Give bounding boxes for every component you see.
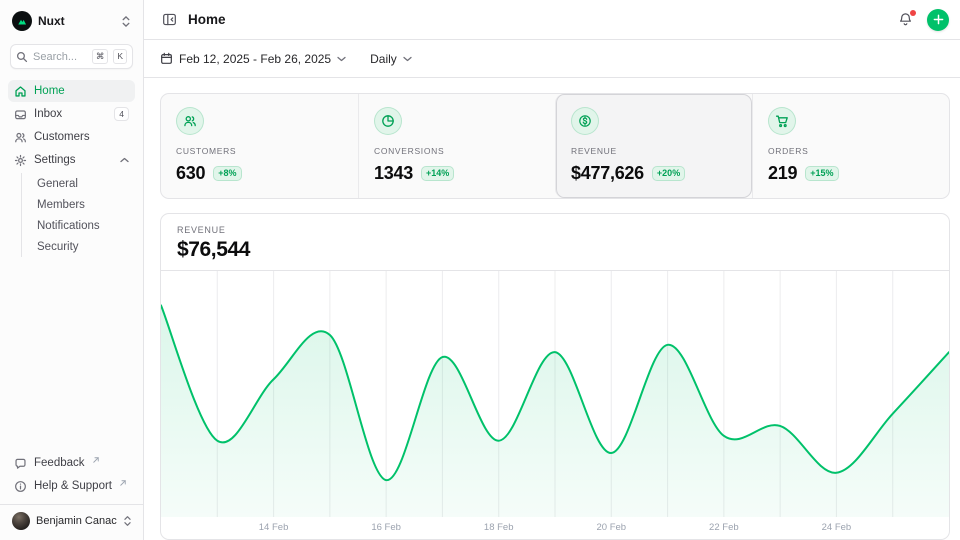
chat-bubble-icon [14,457,27,470]
stat-delta-badge: +20% [652,166,685,181]
sidebar-item-home[interactable]: Home [8,80,135,102]
period-select[interactable]: Daily [370,52,412,66]
sidebar-item-label: Inbox [34,108,62,120]
external-link-icon [93,457,99,463]
chart-metric-label: REVENUE [177,225,933,235]
page-title: Home [188,12,226,27]
x-tick-label: 14 Feb [259,522,289,533]
notification-dot [910,10,916,16]
x-axis: 14 Feb 16 Feb 18 Feb 20 Feb 22 Feb 24 Feb [161,517,949,539]
info-icon [14,480,27,493]
sidebar: Nuxt ⌘ K Home Inbox 4 [0,0,144,540]
chart-plot-area[interactable] [161,271,949,517]
revenue-area-chart [161,271,949,517]
stat-card-customers[interactable]: CUSTOMERS 630 +8% [161,94,358,198]
search-input[interactable] [33,51,87,63]
feedback-link[interactable]: Feedback [8,452,135,474]
sidebar-item-label: Settings [34,154,76,166]
notifications-button[interactable] [896,10,915,29]
x-tick-label: 16 Feb [371,522,401,533]
period-value: Daily [370,52,397,66]
chart-header: REVENUE $76,544 [161,214,949,271]
user-name: Benjamin Canac [36,515,117,527]
inbox-icon [14,108,27,121]
stat-delta-badge: +15% [805,166,838,181]
revenue-chart-panel: REVENUE $76,544 14 Feb 16 Feb 18 Feb 20 Feb… [160,213,950,540]
search-box[interactable]: ⌘ K [10,44,133,69]
footer-link-label: Feedback [34,457,85,469]
settings-subnav: General Members Notifications Security [21,173,135,257]
sidebar-item-label: Home [34,85,65,97]
sidebar-item-members[interactable]: Members [22,194,135,215]
external-link-icon [120,480,126,486]
avatar [12,512,30,530]
team-switcher[interactable]: Nuxt [8,10,135,32]
sidebar-item-notifications[interactable]: Notifications [22,215,135,236]
stat-label: REVENUE [571,146,737,156]
team-name: Nuxt [38,14,65,28]
home-icon [14,85,27,98]
pie-chart-icon [374,107,402,135]
circle-dollar-icon [571,107,599,135]
add-button[interactable] [927,9,949,31]
stat-value: 630 [176,163,205,184]
filter-toolbar: Feb 12, 2025 - Feb 26, 2025 Daily [144,40,960,78]
sidebar-item-settings[interactable]: Settings [8,149,135,171]
stat-delta-badge: +14% [421,166,454,181]
users-icon [14,131,27,144]
sidebar-item-label: Customers [34,131,90,143]
chevrons-up-down-icon [121,15,131,28]
dashboard-content: CUSTOMERS 630 +8% CONVERSIONS 1343 +14% [144,78,960,540]
kbd-k: K [113,49,127,64]
chevrons-up-down-icon [123,515,132,527]
x-tick-label: 24 Feb [822,522,852,533]
sidebar-item-customers[interactable]: Customers [8,126,135,148]
stat-label: CUSTOMERS [176,146,343,156]
sidebar-footer-links: Feedback Help & Support [8,452,135,497]
calendar-icon [160,52,173,65]
chevron-down-icon [337,55,346,63]
x-tick-label: 18 Feb [484,522,514,533]
stats-row: CUSTOMERS 630 +8% CONVERSIONS 1343 +14% [160,93,950,199]
stat-value: 1343 [374,163,413,184]
stat-label: ORDERS [768,146,934,156]
stat-delta-badge: +8% [213,166,241,181]
user-menu[interactable]: Benjamin Canac [0,504,143,532]
help-support-link[interactable]: Help & Support [8,475,135,497]
search-icon [16,51,28,63]
sidebar-item-general[interactable]: General [22,173,135,194]
gear-icon [14,154,27,167]
sidebar-item-inbox[interactable]: Inbox 4 [8,103,135,125]
sidebar-nav: Home Inbox 4 Customers Settings [8,80,135,257]
collapse-sidebar-button[interactable] [160,10,179,29]
sidebar-item-label: Members [37,199,85,211]
stat-card-orders[interactable]: ORDERS 219 +15% [752,94,949,198]
stat-card-conversions[interactable]: CONVERSIONS 1343 +14% [358,94,555,198]
sidebar-item-label: Security [37,241,79,253]
chevron-down-icon [403,55,412,63]
stat-value: 219 [768,163,797,184]
plus-icon [933,14,944,25]
chart-metric-value: $76,544 [177,238,933,262]
date-range-value: Feb 12, 2025 - Feb 26, 2025 [179,52,331,66]
cart-icon [768,107,796,135]
sidebar-item-label: Notifications [37,220,100,232]
x-tick-label: 20 Feb [596,522,626,533]
users-icon [176,107,204,135]
stat-card-revenue[interactable]: REVENUE $477,626 +20% [555,94,752,198]
sidebar-item-label: General [37,178,78,190]
main-area: Home Feb 12, 2025 - Feb 26, 2025 Daily [144,0,960,540]
kbd-cmd: ⌘ [92,49,109,64]
date-range-picker[interactable]: Feb 12, 2025 - Feb 26, 2025 [160,52,346,66]
stat-label: CONVERSIONS [374,146,540,156]
chevron-up-icon [120,156,129,164]
footer-link-label: Help & Support [34,480,112,492]
main-header: Home [144,0,960,40]
inbox-count-badge: 4 [114,107,129,122]
sidebar-item-security[interactable]: Security [22,236,135,257]
nuxt-logo [12,11,32,31]
stat-value: $477,626 [571,163,644,184]
x-tick-label: 22 Feb [709,522,739,533]
